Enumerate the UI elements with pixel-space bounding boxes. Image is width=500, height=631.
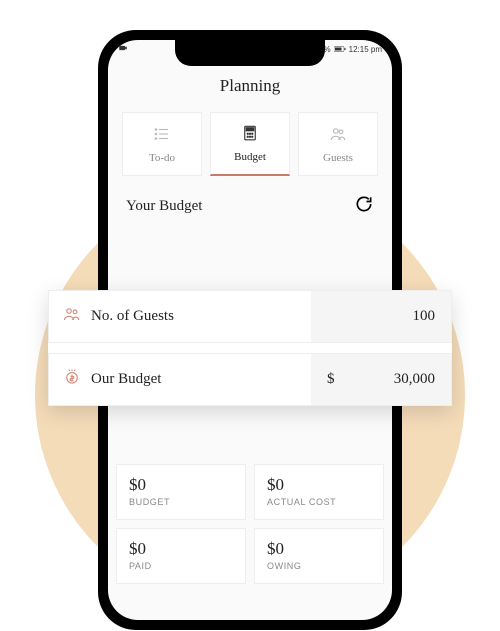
budget-currency: $ [327,371,335,388]
stat-value: $0 [267,475,371,495]
stat-paid[interactable]: $0 PAID [116,528,246,584]
guests-value: 100 [311,291,451,342]
stat-value: $0 [129,475,233,495]
money-icon [63,368,81,391]
refresh-button[interactable] [354,194,374,219]
section-title: Your Budget [126,198,202,215]
stat-actual-cost[interactable]: $0 ACTUAL COST [254,464,384,520]
budget-value: 30,000 [394,371,435,388]
tab-label: Guests [323,152,353,164]
phone-notch [175,40,325,66]
tab-guests[interactable]: Guests [298,112,378,176]
stat-value: $0 [267,539,371,559]
budget-stats: $0 BUDGET $0 ACTUAL COST $0 PAID $0 OWIN… [116,464,384,584]
stat-label: PAID [129,561,233,571]
stat-owing[interactable]: $0 OWING [254,528,384,584]
people-icon [63,305,81,328]
tab-todo[interactable]: To-do [122,112,202,176]
budget-summary-card: No. of Guests 100 Our Budget $ 30,000 [48,290,452,406]
stat-budget[interactable]: $0 BUDGET [116,464,246,520]
guests-label: No. of Guests [91,308,174,325]
tab-label: To-do [149,152,175,164]
stat-label: OWING [267,561,371,571]
budget-value-cell: $ 30,000 [311,354,451,405]
stat-label: BUDGET [129,497,233,507]
budget-label: Our Budget [91,371,161,388]
guests-row[interactable]: No. of Guests 100 [48,290,452,343]
stat-label: ACTUAL COST [267,497,371,507]
status-time: 12:15 pm [349,45,382,54]
budget-row[interactable]: Our Budget $ 30,000 [48,353,452,406]
list-icon [153,125,171,146]
people-icon [329,125,347,146]
battery-icon [334,45,346,53]
stat-value: $0 [129,539,233,559]
tab-label: Budget [234,151,266,163]
planning-tabs: To-do Budget Guests [108,96,392,176]
tab-budget[interactable]: Budget [210,112,290,176]
calculator-icon [241,124,259,145]
camera-icon [118,43,128,55]
